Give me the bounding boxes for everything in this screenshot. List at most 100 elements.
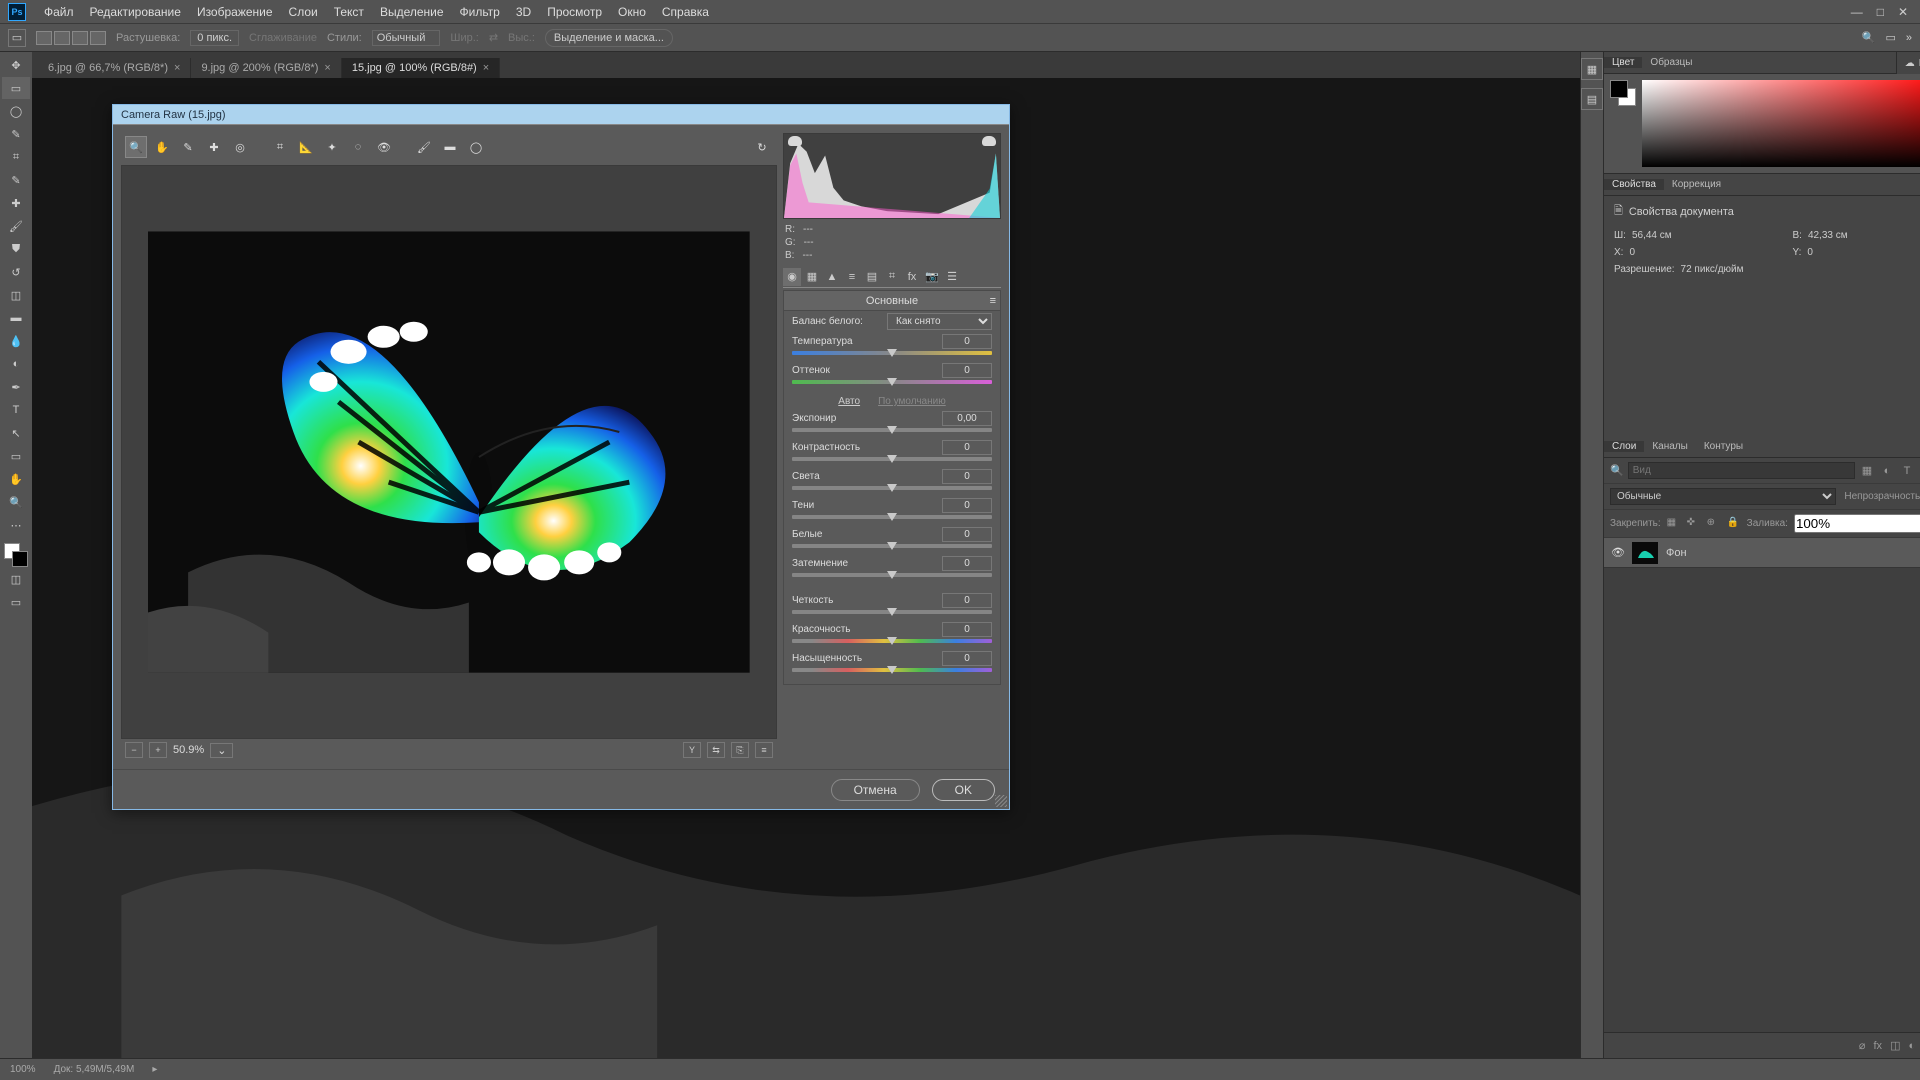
tint-slider[interactable] [784,380,1000,390]
fill-input[interactable] [1794,514,1920,533]
tab-presets-icon[interactable]: ☰ [943,268,961,286]
tab-layers[interactable]: Слои [1604,441,1644,452]
lock-all-icon[interactable]: 🔒 [1727,517,1741,531]
type-tool[interactable]: T [2,399,30,421]
histogram[interactable] [783,133,1001,219]
feather-value[interactable]: 0 пикс. [190,30,239,46]
cr-before-after[interactable]: Y [683,742,701,758]
cancel-button[interactable]: Отмена [831,779,920,801]
quickmask-tool[interactable]: ◫ [2,568,30,590]
layer-row[interactable]: 👁 Фон 🔒 [1604,538,1920,568]
blend-mode-select[interactable]: Обычные [1610,488,1836,505]
pen-tool[interactable]: ✒ [2,376,30,398]
filter-type-icon[interactable]: T [1899,463,1915,479]
selection-mode-intersect[interactable] [90,31,106,45]
filter-pixel-icon[interactable]: ▦ [1859,463,1875,479]
color-swatches[interactable] [4,543,28,567]
cr-preview[interactable] [121,165,777,739]
tab-swatches[interactable]: Образцы [1642,57,1700,68]
tab-camera-icon[interactable]: 📷 [923,268,941,286]
menu-layers[interactable]: Слои [281,5,326,19]
expand-icon[interactable]: » [1906,32,1912,44]
cr-copy[interactable]: ⎘ [731,742,749,758]
tint-value[interactable]: 0 [942,363,992,378]
close-icon[interactable]: × [174,62,180,74]
layer-filter-input[interactable] [1628,462,1855,479]
cr-target-adjust-tool[interactable]: ◎ [229,136,251,158]
tab-correction[interactable]: Коррекция [1664,179,1729,190]
highlights-value[interactable]: 0 [942,469,992,484]
menu-select[interactable]: Выделение [372,5,452,19]
marquee-tool[interactable]: ▭ [2,77,30,99]
quick-select-tool[interactable]: ✎ [2,123,30,145]
whites-slider[interactable] [784,544,1000,554]
selection-mode-add[interactable] [54,31,70,45]
eyedropper-tool[interactable]: ✎ [2,169,30,191]
exposure-value[interactable]: 0,00 [942,411,992,426]
doc-tab-2[interactable]: 15.jpg @ 100% (RGB/8#)× [342,58,500,78]
canvas[interactable]: Camera Raw (15.jpg) 🔍 ✋ ✎ ✚ ◎ ⌗ 📐 ✦ [32,78,1580,1058]
gradient-tool[interactable]: ▬ [2,307,30,329]
color-field[interactable] [1642,80,1920,167]
section-menu-icon[interactable]: ≡ [990,295,996,307]
move-tool[interactable]: ✥ [2,54,30,76]
lock-pixels-icon[interactable]: ▦ [1667,517,1681,531]
tab-hsl-icon[interactable]: ≡ [843,268,861,286]
whites-value[interactable]: 0 [942,527,992,542]
cr-zoom-in[interactable]: + [149,742,167,758]
hand-tool[interactable]: ✋ [2,468,30,490]
cr-cycle[interactable]: ≡ [755,742,773,758]
tab-channels[interactable]: Каналы [1644,441,1696,452]
close-icon[interactable]: × [324,62,330,74]
select-and-mask-button[interactable]: Выделение и маска... [545,29,673,47]
menu-window[interactable]: Окно [610,5,654,19]
fx-icon[interactable]: fx [1874,1040,1883,1052]
cr-transform-tool[interactable]: ✦ [321,136,343,158]
clarity-slider[interactable] [784,610,1000,620]
tab-color[interactable]: Цвет [1604,57,1642,68]
history-brush-tool[interactable]: ↺ [2,261,30,283]
visibility-icon[interactable]: 👁 [1604,546,1632,559]
dodge-tool[interactable]: ◐ [2,353,30,375]
highlight-clip-icon[interactable] [982,136,996,146]
search-icon[interactable]: 🔍 [1610,464,1624,477]
link-icon[interactable]: ⌀ [1859,1039,1866,1052]
menu-image[interactable]: Изображение [189,5,281,19]
cr-color-sampler-tool[interactable]: ✚ [203,136,225,158]
doc-tab-1[interactable]: 9.jpg @ 200% (RGB/8*)× [191,58,341,78]
auto-link[interactable]: Авто [838,396,860,407]
tab-lens-icon[interactable]: ⌗ [883,268,901,286]
actions-panel-icon[interactable]: ▤ [1581,88,1603,110]
tab-paths[interactable]: Контуры [1696,441,1751,452]
cr-zoom-out[interactable]: − [125,742,143,758]
menu-help[interactable]: Справка [654,5,717,19]
menu-filter[interactable]: Фильтр [452,5,508,19]
shadow-clip-icon[interactable] [788,136,802,146]
cr-rotate-tool[interactable]: ↻ [751,136,773,158]
shadows-value[interactable]: 0 [942,498,992,513]
path-tool[interactable]: ↖ [2,422,30,444]
status-docinfo[interactable]: Док: 5,49M/5,49M [54,1064,135,1075]
tab-split-icon[interactable]: ▤ [863,268,881,286]
styles-select[interactable]: Обычный [372,30,441,46]
ok-button[interactable]: OK [932,779,995,801]
edit-toolbar[interactable]: ⋯ [2,514,30,536]
brush-tool[interactable]: 🖌 [2,215,30,237]
cr-swap[interactable]: ⇆ [707,742,725,758]
close-icon[interactable]: ✕ [1898,5,1908,19]
tab-detail-icon[interactable]: ▲ [823,268,841,286]
libraries-button[interactable]: ☁Библиотеки [1896,52,1920,74]
mask-icon[interactable]: ◫ [1890,1039,1900,1052]
blacks-value[interactable]: 0 [942,556,992,571]
wb-select[interactable]: Как снято [887,313,992,330]
adjustment-icon[interactable]: ◐ [1908,1040,1915,1052]
healing-tool[interactable]: ✚ [2,192,30,214]
temp-slider[interactable] [784,351,1000,361]
menu-view[interactable]: Просмотр [539,5,610,19]
cr-adj-brush-tool[interactable]: 🖌 [413,136,435,158]
cr-zoom-dropdown[interactable]: ⌄ [210,743,233,758]
tab-properties[interactable]: Свойства [1604,179,1664,190]
tab-basic-icon[interactable]: ◉ [783,268,801,286]
temp-value[interactable]: 0 [942,334,992,349]
default-link[interactable]: По умолчанию [878,396,946,407]
